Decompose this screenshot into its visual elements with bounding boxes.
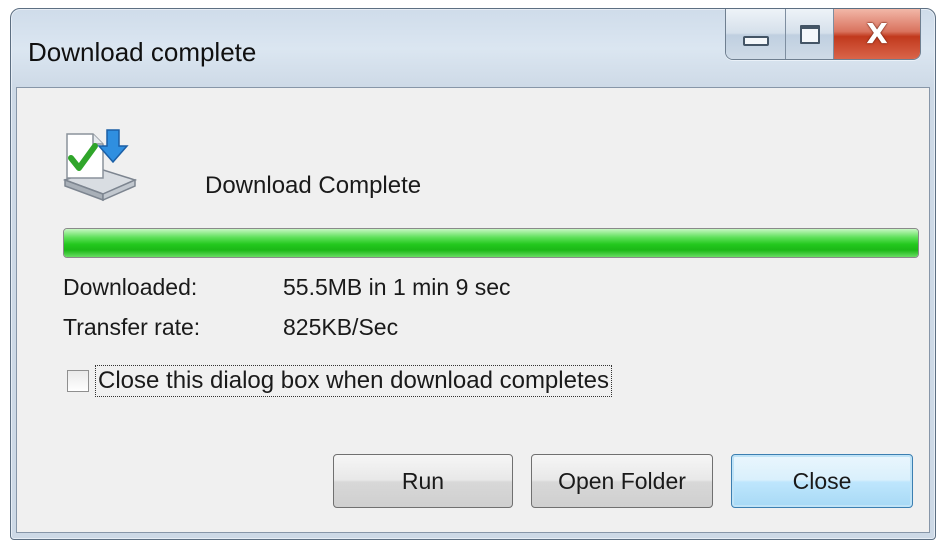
progress-fill xyxy=(64,229,918,257)
status-heading: Download Complete xyxy=(205,172,422,199)
downloaded-label: Downloaded: xyxy=(63,274,198,300)
title-bar[interactable]: Download complete X xyxy=(11,9,935,89)
close-on-complete-label[interactable]: Close this dialog box when download comp… xyxy=(95,365,612,397)
download-dialog: Download complete X Download Complete Do… xyxy=(10,8,936,540)
maximize-icon xyxy=(799,24,820,44)
close-window-button[interactable]: X xyxy=(834,9,920,59)
transfer-rate-label: Transfer rate: xyxy=(63,314,201,340)
close-button[interactable]: Close xyxy=(731,454,913,508)
file-download-complete-icon xyxy=(62,129,137,202)
caption-buttons: X xyxy=(725,9,921,60)
maximize-button[interactable] xyxy=(786,9,834,59)
open-folder-button[interactable]: Open Folder xyxy=(531,454,713,508)
minimize-icon xyxy=(742,36,769,46)
close-icon: X xyxy=(866,17,888,50)
download-progress-bar xyxy=(63,228,919,258)
run-button[interactable]: Run xyxy=(333,454,513,508)
transfer-rate-value: 825KB/Sec xyxy=(283,314,399,340)
minimize-button[interactable] xyxy=(726,9,786,59)
close-on-complete-option[interactable]: Close this dialog box when download comp… xyxy=(67,365,612,397)
window-title: Download complete xyxy=(28,37,257,67)
close-on-complete-checkbox[interactable] xyxy=(67,370,89,392)
dialog-body: Download Complete Downloaded: 55.5MB in … xyxy=(16,87,930,533)
downloaded-value: 55.5MB in 1 min 9 sec xyxy=(283,274,511,300)
